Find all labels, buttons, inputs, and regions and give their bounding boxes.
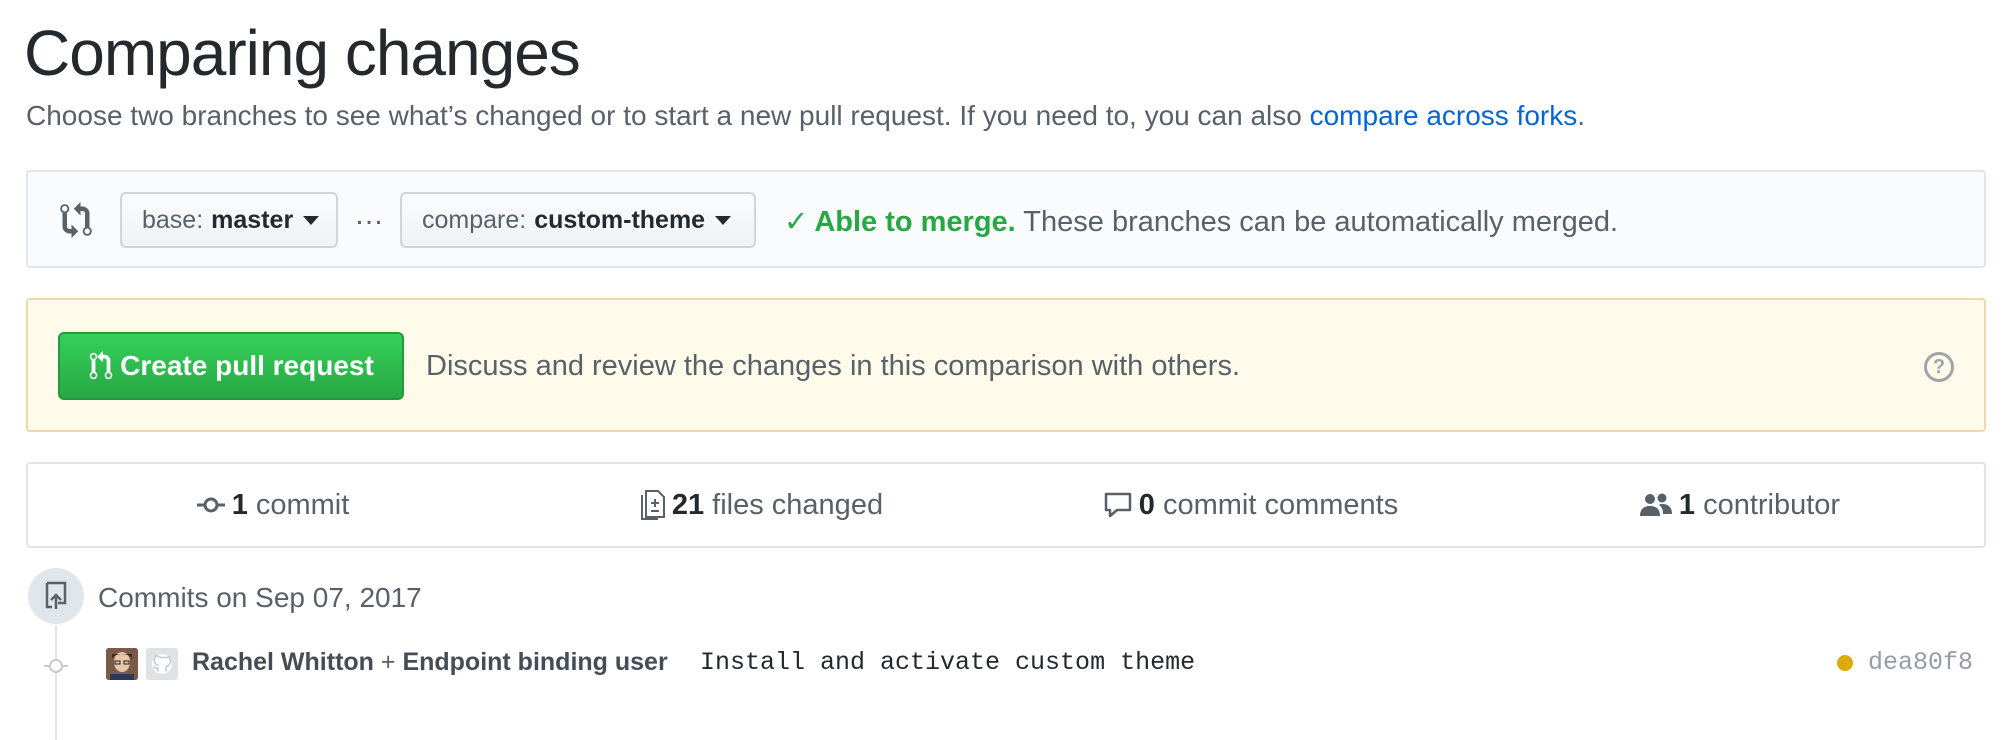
summary-files-changed[interactable]: 21 files changed <box>517 489 1006 522</box>
merge-ok-label: Able to merge. <box>814 206 1016 238</box>
commit-group-title: Commits on Sep 07, 2017 <box>98 582 422 613</box>
avatar[interactable] <box>106 648 138 680</box>
commit-coauthor-link[interactable]: Endpoint binding user <box>402 648 667 676</box>
summary-contributors[interactable]: 1 contributor <box>1495 489 1984 522</box>
page-title: Comparing changes <box>24 17 581 89</box>
check-icon: ✓ <box>784 206 809 238</box>
github-mark-icon[interactable] <box>146 648 178 680</box>
create-pull-request-label: Create pull request <box>120 350 374 381</box>
base-branch-select[interactable]: base: master <box>120 192 338 248</box>
commit-authors: Rachel Whitton + Endpoint binding user <box>192 648 668 677</box>
diff-icon <box>640 490 665 520</box>
comments-count: 0 <box>1138 488 1155 521</box>
merge-status: ✓ Able to merge. These branches can be au… <box>784 204 1618 239</box>
git-commit-icon <box>196 497 225 513</box>
merge-status-text: These branches can be automatically merg… <box>1015 206 1619 238</box>
people-icon <box>1639 493 1672 516</box>
summary-numbers: 1 commit 21 files changed 0 commit comme… <box>26 462 1986 548</box>
commits-label: commit <box>255 488 350 521</box>
chevron-down-icon <box>303 215 320 225</box>
create-pr-box: Create pull request Discuss and review t… <box>26 298 1986 432</box>
timeline-line <box>55 626 57 740</box>
base-label: base: <box>142 205 204 234</box>
create-pr-description: Discuss and review the changes in this c… <box>426 350 1240 382</box>
comment-icon <box>1104 492 1132 518</box>
commit-author-joiner: + <box>373 648 403 676</box>
git-commit-icon <box>44 659 68 673</box>
subtitle-text: Choose two branches to see what’s change… <box>26 100 1310 131</box>
git-compare-icon <box>60 202 92 238</box>
compare-label: compare: <box>422 205 527 234</box>
range-editor: base: master … compare: custom-theme ✓ Ab… <box>26 170 1986 268</box>
summary-commits[interactable]: 1 commit <box>28 489 517 522</box>
summary-commit-comments[interactable]: 0 commit comments <box>1006 489 1495 522</box>
git-pull-request-icon <box>89 351 113 380</box>
commit-status-indicator[interactable] <box>1837 655 1853 671</box>
commit-sha-link[interactable]: dea80f8 <box>1868 648 1973 677</box>
page-subtitle: Choose two branches to see what’s change… <box>26 100 1585 132</box>
base-branch-name: master <box>211 205 294 234</box>
files-count: 21 <box>671 488 705 521</box>
repo-push-icon <box>28 568 84 624</box>
create-pull-request-button[interactable]: Create pull request <box>58 332 404 400</box>
compare-branch-select[interactable]: compare: custom-theme <box>400 192 756 248</box>
range-ellipsis: … <box>354 198 384 231</box>
chevron-down-icon <box>715 215 732 225</box>
commits-count: 1 <box>231 488 248 521</box>
files-label: files changed <box>712 488 884 521</box>
compare-across-forks-link[interactable]: compare across forks <box>1310 100 1578 131</box>
commit-message-link[interactable]: Install and activate custom theme <box>700 648 1195 677</box>
compare-page: Comparing changes Choose two branches to… <box>0 0 2012 740</box>
comments-label: commit comments <box>1162 488 1399 521</box>
commit-author-link[interactable]: Rachel Whitton <box>192 648 374 676</box>
contributors-count: 1 <box>1678 488 1696 521</box>
contributors-label: contributor <box>1703 488 1841 521</box>
compare-branch-name: custom-theme <box>534 205 706 234</box>
question-icon[interactable]: ? <box>1924 352 1954 382</box>
subtitle-end: . <box>1577 100 1586 131</box>
